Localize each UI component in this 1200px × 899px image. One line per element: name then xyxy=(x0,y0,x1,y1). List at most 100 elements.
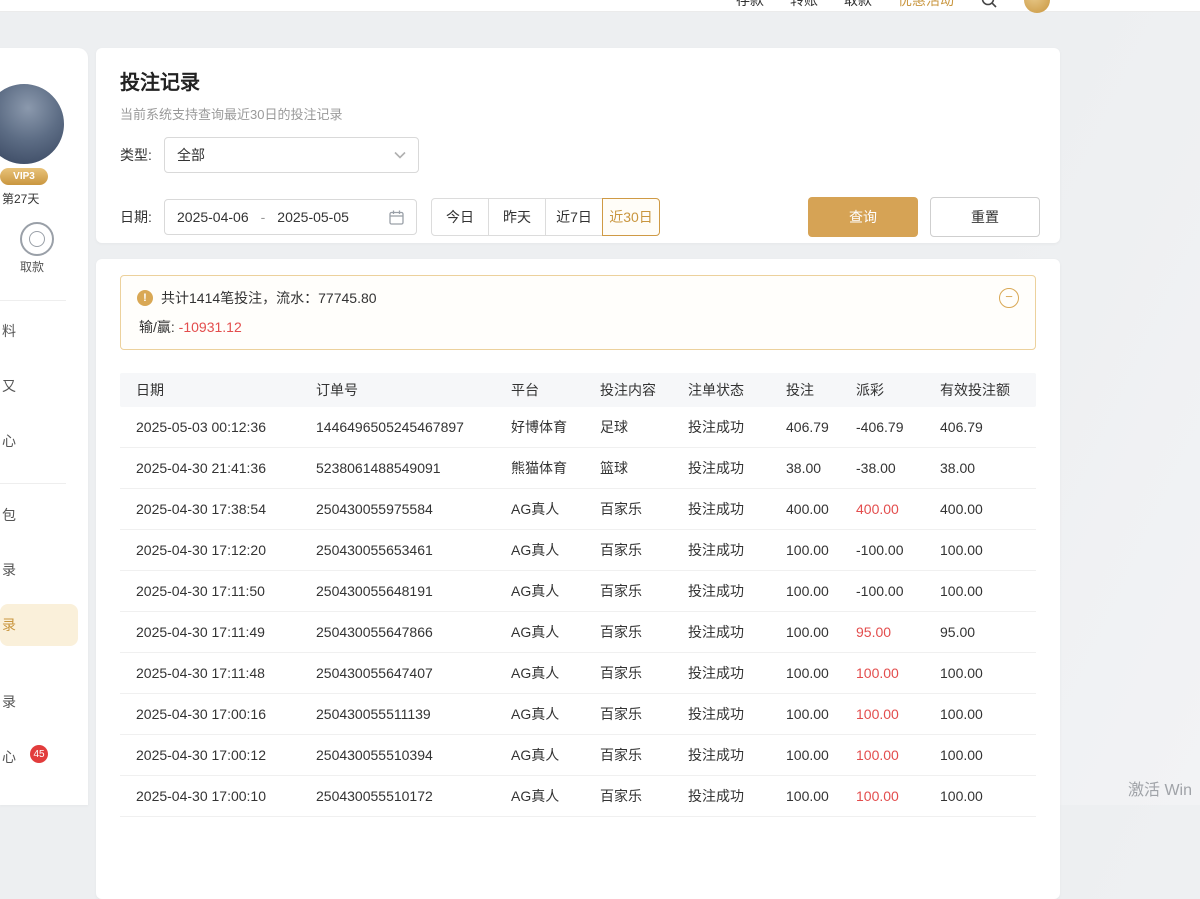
cell-date: 2025-04-30 17:38:54 xyxy=(120,501,300,517)
withdraw-label: 取款 xyxy=(20,258,44,275)
cell-content: 百家乐 xyxy=(584,622,672,642)
cell-valid: 100.00 xyxy=(924,788,1036,804)
collapse-icon[interactable]: − xyxy=(999,288,1019,308)
sidebar-item-4[interactable]: 包 xyxy=(0,498,80,532)
table-row: 2025-04-30 21:41:36 5238061488549091 熊猫体… xyxy=(120,448,1036,489)
cell-platform: AG真人 xyxy=(495,581,584,601)
reset-button[interactable]: 重置 xyxy=(930,197,1040,237)
table-row: 2025-04-30 17:38:54 250430055975584 AG真人… xyxy=(120,489,1036,530)
cell-order: 250430055647407 xyxy=(300,665,495,681)
search-icon[interactable] xyxy=(980,0,998,9)
cell-content: 足球 xyxy=(584,417,672,437)
cell-platform: AG真人 xyxy=(495,745,584,765)
cell-date: 2025-04-30 17:00:16 xyxy=(120,706,300,722)
cell-platform: AG真人 xyxy=(495,663,584,683)
date-range-picker[interactable]: 2025-04-06 - 2025-05-05 xyxy=(164,199,417,235)
user-avatar[interactable] xyxy=(0,82,66,166)
cell-status: 投注成功 xyxy=(672,663,770,683)
cell-bet: 100.00 xyxy=(770,665,840,681)
cell-payout: -100.00 xyxy=(840,542,924,558)
quick-range-group: 今日 昨天 近7日 近30日 xyxy=(431,198,660,236)
user-avatar-top[interactable] xyxy=(1024,0,1050,13)
sidebar-item-5[interactable]: 录 xyxy=(0,553,80,587)
cell-status: 投注成功 xyxy=(672,745,770,765)
date-filter-row: 日期: 2025-04-06 - 2025-05-05 今日 昨天 近7日 近3… xyxy=(120,197,1040,237)
cell-payout: 100.00 xyxy=(840,747,924,763)
sidebar-item-bet-records[interactable]: 录 xyxy=(0,604,78,646)
cell-platform: AG真人 xyxy=(495,786,584,806)
query-button[interactable]: 查询 xyxy=(808,197,918,237)
cell-valid: 38.00 xyxy=(924,460,1036,476)
cell-bet: 400.00 xyxy=(770,501,840,517)
cell-status: 投注成功 xyxy=(672,622,770,642)
cell-valid: 100.00 xyxy=(924,747,1036,763)
cell-order: 250430055647866 xyxy=(300,624,495,640)
table-row: 2025-04-30 17:12:20 250430055653461 AG真人… xyxy=(120,530,1036,571)
page-subtitle: 当前系统支持查询最近30日的投注记录 xyxy=(120,104,1036,123)
cell-order: 5238061488549091 xyxy=(300,460,495,476)
quick-range-7days[interactable]: 近7日 xyxy=(545,198,603,236)
col-platform: 平台 xyxy=(495,380,584,400)
top-navbar: 存款 转账 取款 优惠活动 xyxy=(0,0,1200,12)
table-row: 2025-05-03 00:12:36 1446496505245467897 … xyxy=(120,407,1036,448)
date-separator: - xyxy=(261,209,266,225)
cell-valid: 100.00 xyxy=(924,583,1036,599)
quick-range-today[interactable]: 今日 xyxy=(431,198,489,236)
col-bet: 投注 xyxy=(770,380,840,400)
col-content: 投注内容 xyxy=(584,380,672,400)
cell-date: 2025-04-30 17:11:49 xyxy=(120,624,300,640)
nav-item-withdraw[interactable]: 取款 xyxy=(844,0,872,10)
winloss-value: -10931.12 xyxy=(179,319,242,335)
cell-status: 投注成功 xyxy=(672,581,770,601)
cell-content: 篮球 xyxy=(584,458,672,478)
sidebar: VIP3 第27天 取款 料 又 心 包 录 录 录 心 45 xyxy=(0,48,88,805)
date-label: 日期: xyxy=(120,207,158,227)
cell-status: 投注成功 xyxy=(672,458,770,478)
quick-range-30days[interactable]: 近30日 xyxy=(602,198,660,236)
cell-order: 250430055510172 xyxy=(300,788,495,804)
date-start: 2025-04-06 xyxy=(177,209,249,225)
cell-content: 百家乐 xyxy=(584,540,672,560)
cell-content: 百家乐 xyxy=(584,704,672,724)
chevron-down-icon xyxy=(394,151,406,159)
cell-payout: 100.00 xyxy=(840,665,924,681)
cell-payout: 95.00 xyxy=(840,624,924,640)
cell-platform: AG真人 xyxy=(495,540,584,560)
sidebar-item-7[interactable]: 录 xyxy=(0,685,80,719)
cell-payout: -406.79 xyxy=(840,419,924,435)
filter-card: 投注记录 当前系统支持查询最近30日的投注记录 类型: 全部 日期: 2025-… xyxy=(96,48,1060,243)
cell-date: 2025-04-30 17:12:20 xyxy=(120,542,300,558)
quick-range-yesterday[interactable]: 昨天 xyxy=(488,198,546,236)
col-order: 订单号 xyxy=(300,380,495,400)
nav-item-transfer[interactable]: 转账 xyxy=(790,0,818,10)
sidebar-divider xyxy=(0,300,66,301)
type-filter-row: 类型: 全部 xyxy=(120,137,1040,173)
info-icon: ! xyxy=(137,290,153,306)
cell-valid: 95.00 xyxy=(924,624,1036,640)
page-title: 投注记录 xyxy=(120,66,1036,95)
cell-content: 百家乐 xyxy=(584,786,672,806)
sidebar-divider xyxy=(0,483,66,484)
withdraw-stamp-icon[interactable] xyxy=(20,222,54,256)
col-valid: 有效投注额 xyxy=(924,380,1036,400)
nav-item-deposit[interactable]: 存款 xyxy=(736,0,764,10)
type-label: 类型: xyxy=(120,145,158,165)
col-date: 日期 xyxy=(120,380,300,400)
nav-item-promo[interactable]: 优惠活动 xyxy=(898,0,954,10)
table-header-row: 日期 订单号 平台 投注内容 注单状态 投注 派彩 有效投注额 xyxy=(120,373,1036,407)
cell-platform: AG真人 xyxy=(495,622,584,642)
cell-order: 250430055510394 xyxy=(300,747,495,763)
sidebar-item-3[interactable]: 心 xyxy=(0,424,80,458)
cell-bet: 38.00 xyxy=(770,460,840,476)
summary-box: ! 共计1414笔投注，流水：77745.80 输/赢: -10931.12 − xyxy=(120,275,1036,350)
cell-content: 百家乐 xyxy=(584,663,672,683)
cell-status: 投注成功 xyxy=(672,786,770,806)
sidebar-item-2[interactable]: 又 xyxy=(0,369,80,403)
type-select[interactable]: 全部 xyxy=(164,137,419,173)
cell-date: 2025-05-03 00:12:36 xyxy=(120,419,300,435)
cell-bet: 100.00 xyxy=(770,788,840,804)
sidebar-item-1[interactable]: 料 xyxy=(0,314,80,348)
cell-platform: AG真人 xyxy=(495,704,584,724)
cell-platform: 好博体育 xyxy=(495,417,584,437)
col-status: 注单状态 xyxy=(672,380,770,400)
